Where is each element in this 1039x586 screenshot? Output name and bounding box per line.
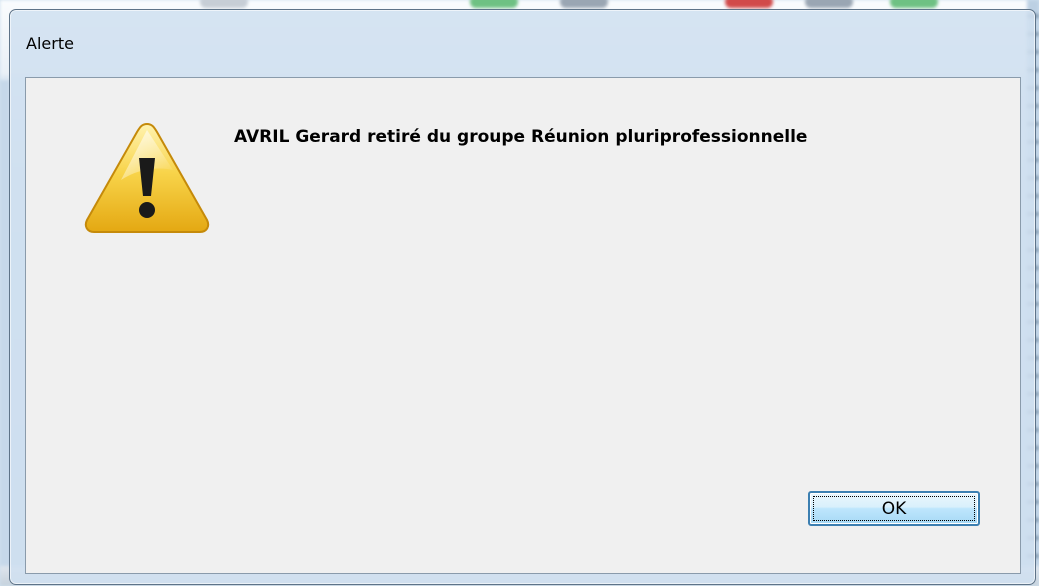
alert-message: AVRIL Gerard retiré du groupe Réunion pl… xyxy=(234,127,808,147)
background-blob xyxy=(890,0,938,8)
dialog-titlebar[interactable]: Alerte xyxy=(10,10,1035,76)
background-blob xyxy=(560,0,608,8)
dialog-content: AVRIL Gerard retiré du groupe Réunion pl… xyxy=(25,77,1021,574)
warning-icon xyxy=(81,118,213,238)
ok-button[interactable]: OK xyxy=(808,491,980,526)
background-blob xyxy=(470,0,518,8)
ok-button-label: OK xyxy=(813,496,975,521)
background-blob xyxy=(200,0,248,8)
alert-dialog: Alerte AVRIL Gerard retiré du groupe Réu… xyxy=(9,9,1036,585)
background-blob xyxy=(725,0,773,8)
dialog-title: Alerte xyxy=(26,34,74,53)
background-blob xyxy=(805,0,853,8)
